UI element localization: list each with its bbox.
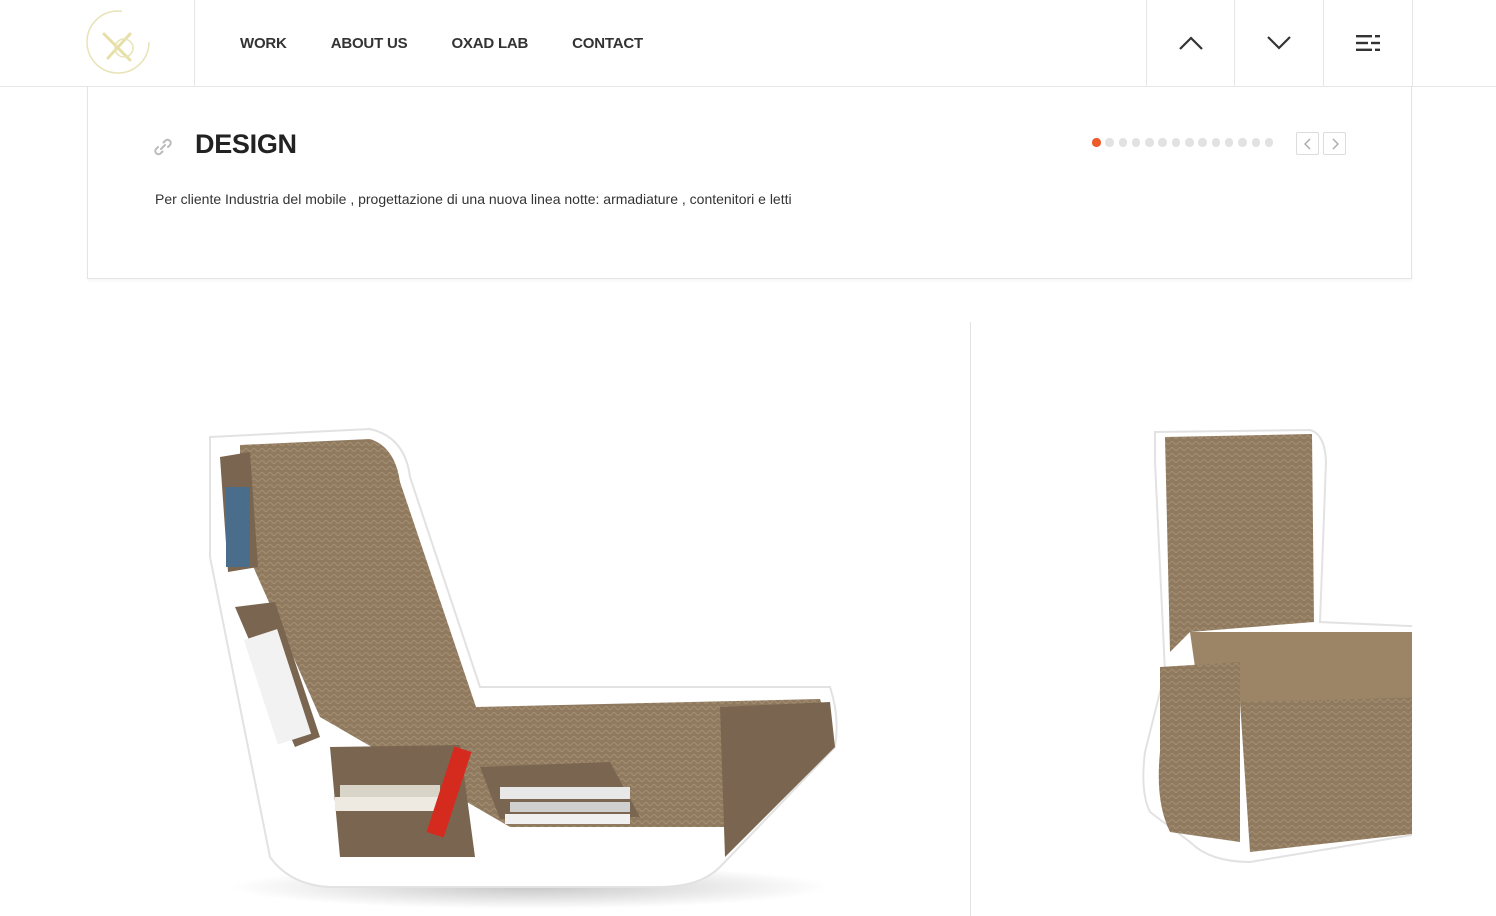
prev-slide-button[interactable] — [1296, 132, 1319, 155]
slide-dot[interactable] — [1211, 138, 1221, 147]
scroll-up-button[interactable] — [1146, 0, 1235, 86]
nav-contact[interactable]: CONTACT — [572, 35, 643, 52]
main-nav: WORK ABOUT US OXAD LAB CONTACT — [240, 0, 643, 86]
nav-oxad-lab[interactable]: OXAD LAB — [451, 35, 528, 52]
slide-dot[interactable] — [1158, 138, 1167, 147]
chevron-up-icon — [1179, 36, 1203, 50]
project-title: DESIGN — [195, 129, 297, 159]
lounge-chair-image[interactable] — [1130, 422, 1412, 882]
logo-icon[interactable] — [84, 8, 152, 76]
slide-dot[interactable] — [1118, 138, 1128, 147]
chevron-left-icon — [1303, 138, 1310, 149]
chaise-lounge-image[interactable] — [180, 417, 860, 916]
slide-dot[interactable] — [1251, 138, 1261, 147]
slide-dot[interactable] — [1105, 138, 1114, 147]
slide-dot[interactable] — [1198, 138, 1207, 147]
chevron-down-icon — [1267, 36, 1291, 50]
link-icon[interactable] — [152, 136, 174, 158]
menu-icon — [1356, 35, 1380, 51]
slide-pagination — [1092, 138, 1274, 147]
slide-dot[interactable] — [1171, 138, 1181, 147]
next-slide-button[interactable] — [1323, 132, 1346, 155]
project-gallery — [0, 322, 1412, 916]
slide-dot[interactable] — [1131, 138, 1141, 147]
gallery-divider — [970, 322, 971, 916]
slide-dot[interactable] — [1185, 138, 1194, 147]
project-info-panel: DESIGN Per cliente Industria del mobile … — [87, 87, 1412, 279]
slide-arrows — [1296, 132, 1346, 155]
nav-work[interactable]: WORK — [240, 35, 287, 52]
nav-about-us[interactable]: ABOUT US — [331, 35, 408, 52]
slide-dot[interactable] — [1264, 138, 1274, 147]
slide-dot[interactable] — [1238, 138, 1247, 147]
slide-dot[interactable] — [1145, 138, 1154, 147]
slide-dot[interactable] — [1092, 138, 1101, 147]
chevron-right-icon — [1332, 138, 1339, 149]
slide-dot[interactable] — [1224, 138, 1234, 147]
logo-cell — [0, 0, 195, 86]
site-header: WORK ABOUT US OXAD LAB CONTACT — [0, 0, 1496, 87]
menu-button[interactable] — [1323, 0, 1413, 86]
scroll-down-button[interactable] — [1234, 0, 1323, 86]
project-description: Per cliente Industria del mobile , proge… — [155, 191, 792, 207]
